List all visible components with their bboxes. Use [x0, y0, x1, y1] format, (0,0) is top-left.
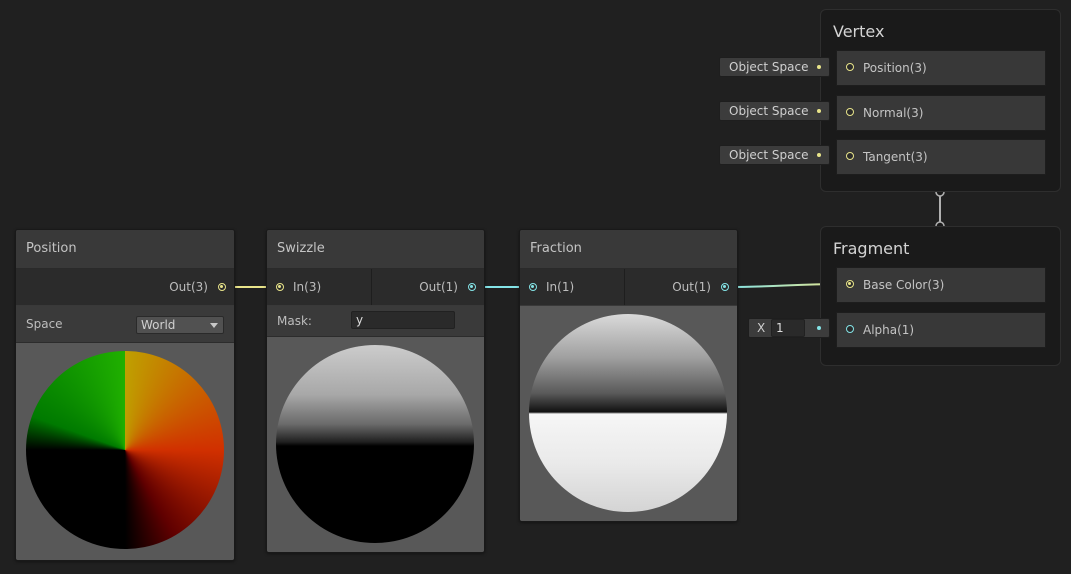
pill-label: Object Space [729, 104, 809, 118]
pill-port-dot [817, 326, 821, 330]
input-port[interactable] [846, 63, 854, 71]
output-port[interactable] [721, 283, 729, 291]
mask-input[interactable]: y [351, 311, 455, 329]
input-port[interactable] [846, 325, 854, 333]
alpha-inline-value[interactable]: X 1 [748, 318, 830, 338]
fraction-ports-row: In(1) Out(1) [520, 269, 737, 305]
vertex-block-tangent[interactable]: Tangent(3) [836, 139, 1046, 175]
block-label: Alpha(1) [863, 323, 915, 337]
pill-label: Object Space [729, 60, 809, 74]
x-axis-label: X [757, 321, 766, 335]
fraction-node[interactable]: Fraction In(1) Out(1) [519, 229, 738, 522]
space-label: Space [26, 317, 63, 331]
block-label: Position(3) [863, 61, 927, 75]
position-preview [16, 343, 234, 560]
node-title: Swizzle [277, 241, 325, 256]
input-port[interactable] [276, 283, 284, 291]
pill-port-dot [817, 65, 821, 69]
block-label: Base Color(3) [863, 278, 945, 292]
input-port-label: In(3) [293, 280, 322, 294]
object-space-pill-normal[interactable]: Object Space [719, 101, 830, 121]
node-title: Fraction [530, 241, 582, 256]
alpha-value-field[interactable]: 1 [771, 319, 805, 337]
pill-label: Object Space [729, 148, 809, 162]
vertex-title: Vertex [833, 22, 885, 41]
position-preview-sphere [26, 351, 224, 549]
vertex-block-normal[interactable]: Normal(3) [836, 95, 1046, 131]
fraction-node-header[interactable]: Fraction [520, 230, 737, 269]
port-divider [624, 269, 625, 305]
vertex-block-position[interactable]: Position(3) [836, 50, 1046, 86]
position-node-header[interactable]: Position [16, 230, 234, 269]
input-port[interactable] [846, 152, 854, 160]
mask-label: Mask: [277, 314, 312, 328]
alpha-value: 1 [776, 321, 784, 335]
output-port[interactable] [468, 283, 476, 291]
output-port-label: Out(3) [169, 280, 208, 294]
pill-port-dot [817, 153, 821, 157]
space-dropdown-value: World [141, 318, 176, 332]
fraction-preview [520, 306, 737, 521]
output-port-label: Out(1) [419, 280, 458, 294]
fragment-block-base-color[interactable]: Base Color(3) [836, 267, 1046, 303]
space-dropdown[interactable]: World [136, 316, 224, 334]
object-space-pill-position[interactable]: Object Space [719, 57, 830, 77]
position-output-row: Out(3) [16, 269, 234, 305]
swizzle-preview [267, 337, 484, 552]
position-node[interactable]: Position Out(3) Space World [15, 229, 235, 561]
mask-property-row: Mask: y [267, 306, 484, 337]
object-space-pill-tangent[interactable]: Object Space [719, 145, 830, 165]
input-port-label: In(1) [546, 280, 575, 294]
fraction-preview-sphere [529, 314, 727, 512]
block-label: Normal(3) [863, 106, 924, 120]
mask-input-value: y [356, 313, 364, 327]
swizzle-preview-sphere [276, 345, 474, 543]
output-port-label: Out(1) [672, 280, 711, 294]
fragment-block-alpha[interactable]: Alpha(1) [836, 312, 1046, 348]
fragment-title: Fragment [833, 239, 910, 258]
swizzle-node[interactable]: Swizzle In(3) Out(1) Mask: y [266, 229, 485, 553]
node-title: Position [26, 241, 77, 256]
swizzle-node-header[interactable]: Swizzle [267, 230, 484, 269]
block-label: Tangent(3) [863, 150, 928, 164]
input-port[interactable] [846, 108, 854, 116]
space-property-row: Space World [16, 306, 234, 343]
input-port[interactable] [529, 283, 537, 291]
pill-port-dot [817, 109, 821, 113]
port-divider [371, 269, 372, 305]
swizzle-ports-row: In(3) Out(1) [267, 269, 484, 305]
input-port[interactable] [846, 280, 854, 288]
output-port[interactable] [218, 283, 226, 291]
chevron-down-icon [210, 323, 218, 328]
